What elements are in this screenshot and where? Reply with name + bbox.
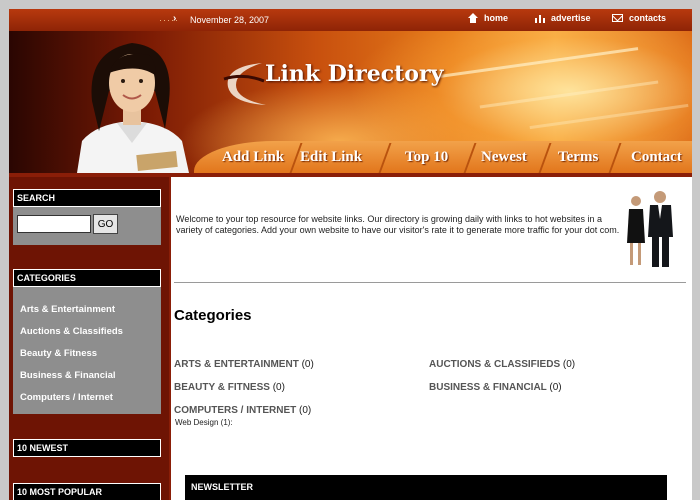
woman-photo [77, 43, 189, 173]
business-people-image [627, 191, 673, 267]
contacts-link[interactable]: contacts [612, 13, 666, 23]
mail-icon [612, 14, 623, 22]
page-frame: ····· › November 28, 2007 home advertise… [9, 9, 692, 500]
left-sidebar: SEARCH GO CATEGORIES Arts & Entertainmen… [9, 173, 169, 500]
chevron-right-icon: › [173, 13, 177, 24]
top-bar: ····· › November 28, 2007 home advertise… [9, 9, 692, 31]
contacts-link-label: contacts [629, 13, 667, 23]
home-icon [468, 13, 478, 23]
categories-panel: Arts & Entertainment Auctions & Classifi… [13, 287, 161, 414]
advertise-link-label: advertise [551, 13, 591, 23]
header-banner: Link Directory Add Link Edit Link Top 10… [9, 31, 692, 173]
category-arts-link[interactable]: ARTS & ENTERTAINMENT (0) [174, 359, 314, 370]
nav-newest[interactable]: Newest [481, 149, 527, 166]
category-auctions-link[interactable]: AUCTIONS & CLASSIFIEDS (0) [429, 359, 575, 370]
search-panel: GO [13, 207, 161, 245]
welcome-text: Welcome to your top resource for website… [176, 214, 620, 235]
nav-edit-link[interactable]: Edit Link [300, 149, 362, 166]
advertise-link[interactable]: advertise [535, 13, 591, 23]
chart-icon [535, 13, 545, 23]
home-link[interactable]: home [468, 13, 508, 23]
sidebar-item-beauty[interactable]: Beauty & Fitness [20, 348, 97, 359]
popular-title: 10 MOST POPULAR [13, 483, 161, 500]
category-business-link[interactable]: BUSINESS & FINANCIAL (0) [429, 382, 562, 393]
search-title: SEARCH [13, 189, 161, 207]
sidebar-item-arts[interactable]: Arts & Entertainment [20, 304, 115, 315]
category-computers-link[interactable]: COMPUTERS / INTERNET (0) [174, 405, 311, 416]
site-title: Link Directory [265, 61, 444, 87]
categories-title: CATEGORIES [13, 269, 161, 287]
sidebar-item-business[interactable]: Business & Financial [20, 370, 116, 381]
sidebar-item-computers[interactable]: Computers / Internet [20, 392, 113, 403]
sidebar-item-auctions[interactable]: Auctions & Classifieds [20, 326, 123, 337]
category-beauty-link[interactable]: BEAUTY & FITNESS (0) [174, 382, 285, 393]
current-date: November 28, 2007 [190, 15, 270, 25]
search-input[interactable] [17, 215, 91, 233]
nav-top-10[interactable]: Top 10 [405, 149, 448, 166]
main-nav: Add Link Edit Link Top 10 Newest Terms C… [194, 141, 692, 173]
categories-heading: Categories [174, 307, 252, 324]
divider [174, 282, 686, 283]
newest-title: 10 NEWEST [13, 439, 161, 457]
go-button[interactable]: GO [93, 214, 118, 234]
nav-contact[interactable]: Contact [631, 149, 682, 166]
subcategory-web-design-link[interactable]: Web Design (1): [175, 418, 233, 427]
main-content: Welcome to your top resource for website… [171, 177, 692, 500]
nav-add-link[interactable]: Add Link [222, 149, 284, 166]
nav-terms[interactable]: Terms [558, 149, 598, 166]
newsletter-title: NEWSLETTER [185, 475, 667, 500]
home-link-label: home [484, 13, 509, 23]
